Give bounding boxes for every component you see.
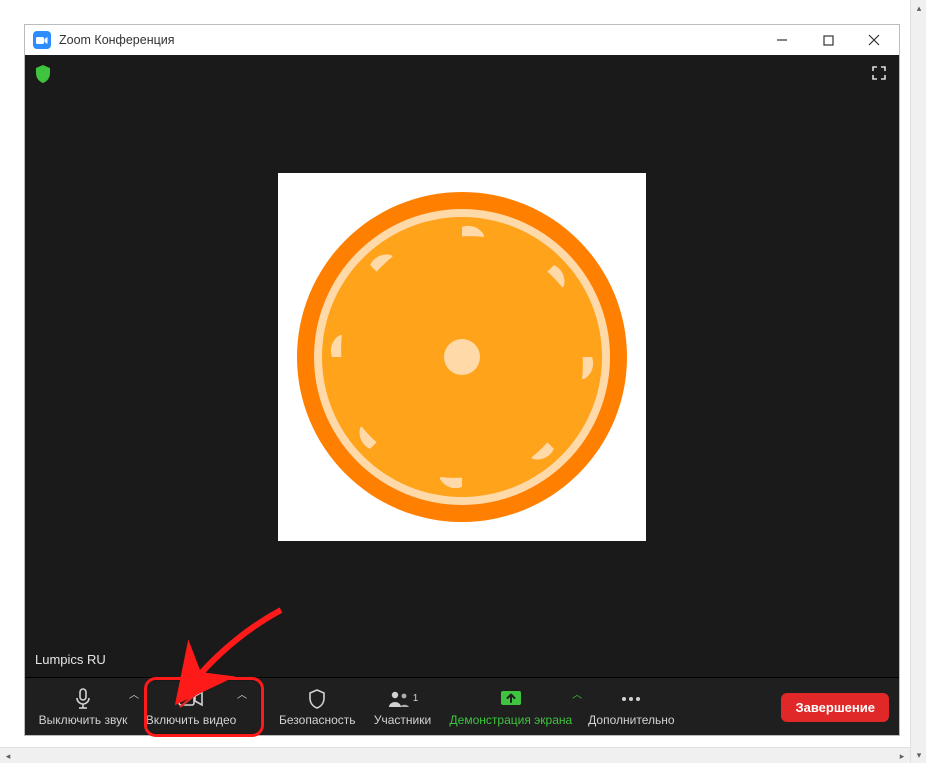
scroll-down-arrow[interactable]: ▾ [911,747,926,763]
end-meeting-button[interactable]: Завершение [781,693,889,722]
share-label: Демонстрация экрана [450,713,573,727]
scroll-right-arrow[interactable]: ▸ [894,748,910,764]
more-button[interactable]: Дополнительно [580,680,682,735]
video-options-caret[interactable]: ︿ [237,686,247,701]
maximize-button[interactable] [805,25,851,55]
participant-avatar [278,173,646,541]
encryption-shield-icon[interactable] [35,65,51,88]
close-button[interactable] [851,25,897,55]
scroll-up-arrow[interactable]: ▴ [911,0,926,16]
vertical-scrollbar[interactable]: ▴ ▾ [910,0,926,763]
minimize-button[interactable] [759,25,805,55]
shield-icon [308,688,326,710]
security-button[interactable]: Безопасность [271,680,364,735]
horizontal-scrollbar[interactable]: ◂ ▸ [0,747,910,763]
security-label: Безопасность [279,713,356,727]
participant-name-label: Lumpics RU [35,652,106,667]
participants-button[interactable]: 1 Участники [364,680,442,735]
mute-label: Выключить звук [39,713,128,727]
zoom-app-icon [33,31,51,49]
camera-off-icon [178,688,204,710]
mute-button[interactable]: Выключить звук ︿ [29,680,137,735]
share-screen-icon [499,688,523,710]
window-title: Zoom Конференция [59,33,175,47]
share-screen-button[interactable]: Демонстрация экрана ︿ [442,680,581,735]
meeting-toolbar: Выключить звук ︿ Включить видео ︿ [25,677,899,735]
participants-count: 1 [413,693,419,704]
microphone-icon [74,688,92,710]
zoom-window: Zoom Конференция [24,24,900,736]
participants-icon: 1 [387,688,419,710]
more-icon [620,688,642,710]
window-controls [759,25,897,55]
video-button[interactable]: Включить видео ︿ [137,680,245,735]
end-label: Завершение [795,700,875,715]
orange-slice-icon [292,187,632,527]
participants-label: Участники [374,713,431,727]
scroll-left-arrow[interactable]: ◂ [0,748,16,764]
video-label: Включить видео [146,713,237,727]
more-label: Дополнительно [588,713,674,727]
titlebar: Zoom Конференция [25,25,899,55]
meeting-area: Lumpics RU Выключить звук ︿ [25,55,899,735]
fullscreen-icon[interactable] [871,65,887,86]
